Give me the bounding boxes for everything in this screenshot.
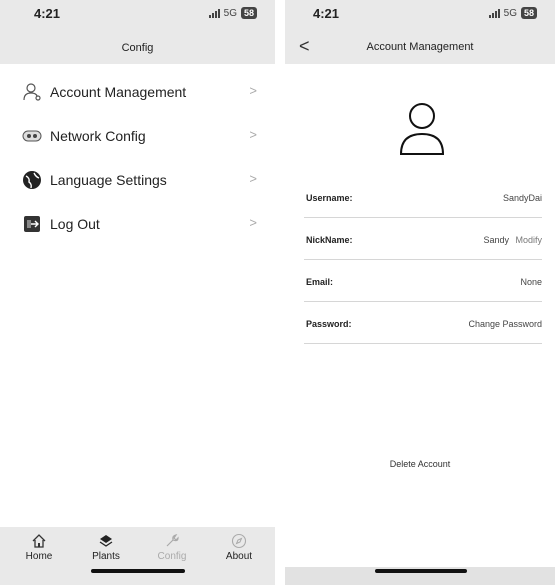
tab-home[interactable]: Home — [9, 533, 69, 562]
plants-icon — [99, 535, 113, 547]
avatar-icon — [399, 103, 445, 155]
tab-label: Plants — [92, 551, 120, 562]
nickname-value: Sandy — [483, 235, 509, 245]
tab-bar: Home Plants Config About — [0, 527, 275, 585]
config-menu: Account Management > Network Config > La… — [0, 70, 275, 246]
status-time: 4:21 — [313, 6, 340, 21]
menu-item-label: Language Settings — [50, 172, 167, 188]
chevron-right-icon: > — [249, 215, 257, 230]
network-type: 5G — [503, 7, 517, 19]
menu-item-language-settings[interactable]: Language Settings > — [0, 158, 275, 202]
network-type: 5G — [223, 7, 237, 19]
chevron-right-icon: > — [249, 83, 257, 98]
tab-about[interactable]: About — [209, 533, 269, 562]
config-screen: 4:21 5G 58 Config Account Management > N… — [0, 0, 275, 585]
nickname-label: NickName: — [306, 235, 353, 245]
menu-item-account-management[interactable]: Account Management > — [0, 70, 275, 114]
email-row: Email: None — [304, 260, 542, 302]
globe-icon — [23, 171, 41, 189]
battery-icon: 58 — [520, 7, 537, 19]
user-settings-icon — [23, 83, 41, 101]
email-value: None — [520, 277, 542, 287]
delete-account-button[interactable]: Delete Account — [285, 459, 555, 469]
nickname-value-group: Sandy Modify — [483, 235, 542, 245]
wrench-icon — [166, 534, 179, 547]
tab-label: About — [225, 551, 253, 562]
home-indicator — [375, 569, 467, 573]
nickname-row: NickName: Sandy Modify — [304, 218, 542, 260]
menu-item-label: Account Management — [50, 84, 187, 100]
home-icon — [32, 534, 46, 548]
status-bar: 4:21 5G 58 — [285, 0, 555, 28]
home-indicator — [91, 569, 185, 573]
battery-icon: 58 — [240, 7, 257, 19]
compass-icon — [231, 533, 247, 549]
nav-bar: Config — [0, 28, 275, 64]
account-info-list: Username: SandyDai NickName: Sandy Modif… — [304, 176, 542, 344]
username-row: Username: SandyDai — [304, 176, 542, 218]
tab-config[interactable]: Config — [142, 533, 202, 562]
password-label: Password: — [306, 319, 352, 329]
account-management-screen: 4:21 5G 58 < Account Management Username… — [285, 0, 555, 585]
username-value: SandyDai — [502, 193, 542, 203]
change-password-button[interactable]: Change Password — [468, 319, 542, 329]
menu-item-log-out[interactable]: Log Out > — [0, 202, 275, 246]
status-indicators: 5G 58 — [488, 7, 537, 19]
chevron-right-icon: > — [249, 171, 257, 186]
status-time: 4:21 — [34, 6, 61, 21]
password-row: Password: Change Password — [304, 302, 542, 344]
menu-item-label: Log Out — [50, 216, 100, 232]
tab-label: Home — [25, 551, 53, 562]
tab-label: Config — [157, 551, 187, 562]
chevron-right-icon: > — [249, 127, 257, 142]
email-label: Email: — [306, 277, 334, 287]
menu-item-label: Network Config — [50, 128, 146, 144]
modify-nickname-button[interactable]: Modify — [515, 235, 542, 245]
logout-icon — [24, 216, 40, 232]
signal-icon — [488, 8, 500, 18]
network-icon — [22, 130, 42, 142]
signal-icon — [208, 8, 220, 18]
status-indicators: 5G 58 — [208, 7, 257, 19]
menu-item-network-config[interactable]: Network Config > — [0, 114, 275, 158]
tab-plants[interactable]: Plants — [76, 533, 136, 562]
page-title: Config — [121, 42, 154, 54]
nav-bar: < Account Management — [285, 28, 555, 64]
username-label: Username: — [306, 193, 353, 203]
page-title: Account Management — [366, 41, 474, 53]
status-bar: 4:21 5G 58 — [0, 0, 275, 28]
